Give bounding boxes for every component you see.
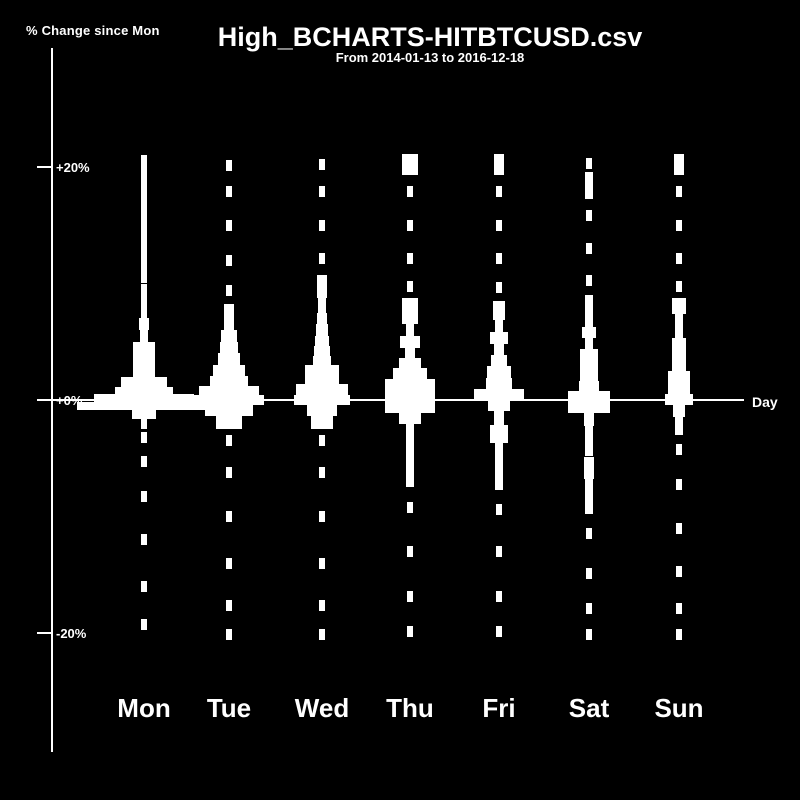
- violin-band: [671, 359, 687, 371]
- x-tick-label-tue: Tue: [206, 693, 252, 723]
- violin-band: [671, 338, 687, 350]
- x-tick-label-sun: Sun: [654, 693, 704, 723]
- violin-band: [676, 602, 682, 614]
- violin-band: [675, 326, 683, 339]
- violin-sun: [0, 0, 800, 800]
- x-tick-label-fri: Fri: [482, 693, 516, 723]
- x-tick-label-sat: Sat: [568, 693, 610, 723]
- x-tick-label-mon: Mon: [117, 693, 171, 723]
- violin-band: [676, 219, 682, 231]
- violin-band: [676, 185, 682, 197]
- chart-canvas: % Change since Mon High_BCHARTS-HITBTCUS…: [0, 0, 800, 800]
- violin-band: [671, 349, 687, 360]
- violin-band: [675, 313, 683, 327]
- violin-band: [676, 628, 682, 640]
- violin-band: [673, 154, 685, 176]
- violin-band: [676, 522, 682, 534]
- violin-band: [676, 444, 682, 455]
- violin-band: [675, 416, 683, 435]
- violin-band: [676, 566, 682, 578]
- violin-band: [668, 370, 690, 383]
- x-tick-label-thu: Thu: [386, 693, 434, 723]
- violin-band: [671, 298, 687, 314]
- violin-band: [676, 280, 682, 292]
- violin-band: [676, 478, 682, 490]
- violin-band: [673, 405, 685, 417]
- x-tick-label-wed: Wed: [294, 693, 350, 723]
- violin-band: [676, 253, 682, 265]
- violin-band: [664, 394, 694, 406]
- violin-band: [668, 382, 690, 395]
